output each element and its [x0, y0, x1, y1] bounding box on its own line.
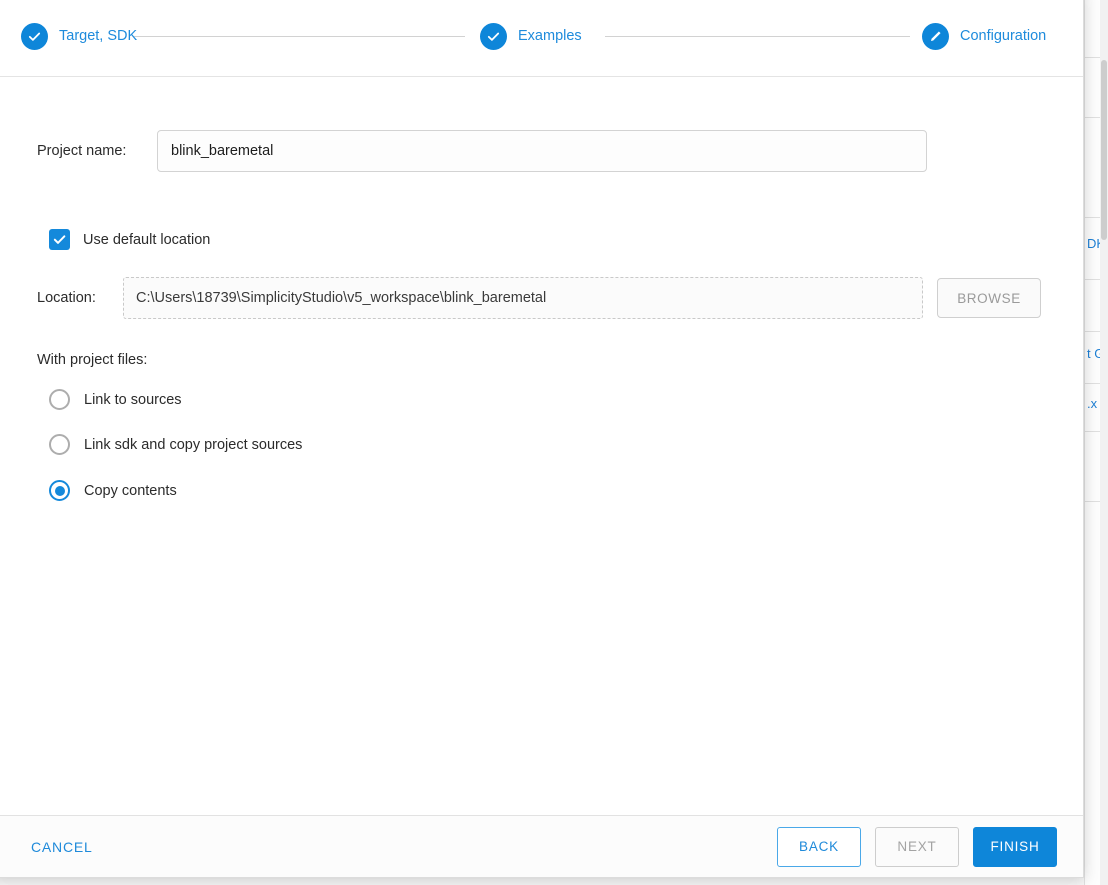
location-input[interactable]	[123, 277, 923, 319]
check-icon	[480, 22, 507, 50]
finish-button[interactable]: FINISH	[973, 826, 1057, 867]
wizard-stepper: Target, SDK Examples Configuration	[0, 0, 1083, 77]
use-default-location-row[interactable]: Use default location	[49, 229, 210, 250]
stepper-step-label: Target, SDK	[59, 28, 138, 44]
stepper-step-configuration[interactable]: Configuration	[922, 22, 1046, 50]
next-button: NEXT	[875, 826, 959, 867]
background-item-text: .x	[1087, 396, 1098, 411]
location-label: Location:	[37, 290, 96, 306]
radio-circle-icon[interactable]	[49, 389, 70, 410]
radio-label: Copy contents	[84, 482, 177, 499]
cancel-button[interactable]: CANCEL	[29, 833, 95, 861]
stepper-step-target-sdk[interactable]: Target, SDK	[21, 22, 137, 50]
project-name-label: Project name:	[37, 143, 127, 159]
radio-label: Link to sources	[84, 391, 182, 408]
stepper-connector-1	[133, 36, 465, 37]
radio-circle-selected-icon[interactable]	[49, 480, 70, 501]
wizard-body: Project name: Use default location Locat…	[0, 77, 1083, 815]
project-name-input[interactable]	[157, 130, 927, 172]
stepper-connector-2	[605, 36, 910, 37]
project-name-row: Project name:	[37, 130, 927, 172]
check-icon	[53, 235, 66, 244]
radio-copy-contents[interactable]: Copy contents	[49, 480, 177, 501]
radio-circle-icon[interactable]	[49, 434, 70, 455]
pencil-icon	[922, 22, 949, 50]
back-button[interactable]: BACK	[777, 826, 861, 867]
radio-link-to-sources[interactable]: Link to sources	[49, 389, 182, 410]
stepper-step-examples[interactable]: Examples	[480, 22, 582, 50]
stepper-step-label: Examples	[518, 28, 582, 44]
check-icon	[21, 22, 48, 50]
stepper-step-label: Configuration	[960, 28, 1047, 44]
new-project-wizard-dialog: Target, SDK Examples Configuration Proje…	[0, 0, 1084, 878]
use-default-location-checkbox[interactable]	[49, 229, 70, 250]
location-row: Location: BROWSE	[37, 277, 1041, 319]
browse-button[interactable]: BROWSE	[937, 278, 1041, 318]
background-scrollbar-thumb[interactable]	[1101, 60, 1107, 240]
wizard-footer: CANCEL BACK NEXT FINISH	[0, 815, 1083, 877]
radio-label: Link sdk and copy project sources	[84, 436, 303, 453]
footer-button-group: BACK NEXT FINISH	[777, 826, 1057, 867]
use-default-location-label: Use default location	[83, 231, 211, 248]
radio-dot	[54, 485, 65, 496]
radio-link-sdk-copy-sources[interactable]: Link sdk and copy project sources	[49, 434, 302, 455]
with-project-files-label: With project files:	[37, 352, 148, 368]
